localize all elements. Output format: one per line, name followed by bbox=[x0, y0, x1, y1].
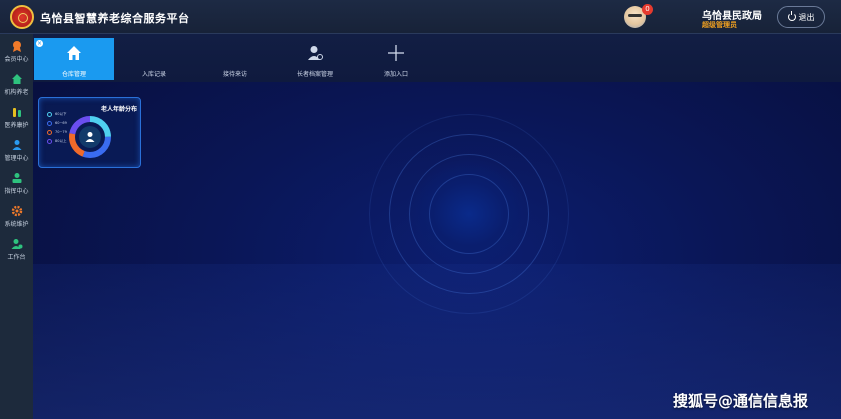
legend-dot bbox=[47, 120, 52, 126]
legend-item: 70~79 bbox=[47, 129, 67, 135]
tab-label: 添加入口 bbox=[383, 71, 408, 78]
logout-button[interactable]: 退出 bbox=[777, 6, 825, 28]
home-icon bbox=[67, 46, 81, 60]
user-edit-icon bbox=[308, 46, 323, 60]
sidebar-item-member-center[interactable]: 会员中心 bbox=[0, 38, 33, 68]
notification-badge[interactable]: 0 bbox=[642, 4, 653, 15]
top-header: 乌恰县智慧养老综合服务平台 0 乌恰县民政局 超级管理员 退出 bbox=[0, 0, 841, 34]
app-title: 乌恰县智慧养老综合服务平台 bbox=[40, 12, 190, 25]
age-distribution-widget[interactable]: 老人年龄分布 60以下 60~69 70~79 80以上 bbox=[38, 97, 141, 168]
age-donut-chart bbox=[69, 116, 111, 158]
emblem-logo bbox=[10, 5, 34, 29]
tab-storage-records[interactable]: 入库记录 bbox=[114, 38, 194, 80]
user-settings-icon bbox=[12, 140, 21, 150]
command-icon bbox=[12, 173, 21, 183]
sidebar-item-label: 会员中心 bbox=[4, 56, 29, 63]
medicine-icon bbox=[12, 108, 21, 117]
legend-item: 80以上 bbox=[47, 138, 66, 144]
sidebar-item-label: 指挥中心 bbox=[4, 188, 29, 195]
home-icon bbox=[11, 74, 22, 84]
background-ring bbox=[369, 114, 569, 314]
tab-add-entry[interactable]: 添加入口 bbox=[356, 38, 436, 80]
tab-label: 接待来访 bbox=[222, 71, 247, 78]
sidebar-item-medical-care[interactable]: 医养康护 bbox=[0, 104, 33, 134]
legend-item: 60~69 bbox=[47, 120, 67, 126]
legend-item: 60以下 bbox=[47, 111, 66, 117]
legend-dot bbox=[47, 111, 52, 117]
close-icon[interactable]: × bbox=[36, 40, 43, 47]
main-content-area bbox=[33, 34, 841, 419]
tab-elder-records[interactable]: 长者档案管理 bbox=[275, 38, 355, 80]
legend-label: 60~69 bbox=[55, 121, 67, 125]
sidebar-item-command-center[interactable]: 指挥中心 bbox=[0, 170, 33, 200]
legend-dot bbox=[47, 129, 52, 135]
plus-icon bbox=[388, 45, 404, 61]
tab-reception-visits[interactable]: 接待来访 bbox=[195, 38, 275, 80]
sidebar-item-institution-care[interactable]: 机构养老 bbox=[0, 71, 33, 101]
sidebar-item-label: 机构养老 bbox=[4, 89, 29, 96]
tab-label: 入库记录 bbox=[141, 71, 166, 78]
sidebar-item-label: 医养康护 bbox=[4, 122, 29, 129]
tab-label: 长者档案管理 bbox=[296, 71, 333, 78]
badge-icon bbox=[12, 41, 21, 52]
sidebar-item-label: 管理中心 bbox=[4, 155, 29, 162]
power-icon bbox=[787, 11, 796, 21]
gear-icon bbox=[11, 205, 22, 217]
legend-label: 70~79 bbox=[55, 130, 67, 134]
watermark-text: 搜狐号@通信信息报 bbox=[673, 392, 809, 410]
user-role: 超级管理员 bbox=[702, 21, 737, 29]
sidebar-item-label: 工作台 bbox=[7, 254, 26, 261]
sidebar-item-system-maintenance[interactable]: 系统维护 bbox=[0, 203, 33, 233]
sidebar: 会员中心 机构养老 医养康护 管理中心 指挥中心 系统维护 工作台 bbox=[0, 34, 33, 419]
legend-label: 80以上 bbox=[55, 138, 67, 143]
logout-label: 退出 bbox=[798, 12, 815, 22]
legend-dot bbox=[47, 138, 52, 144]
tab-warehouse-management[interactable]: × 仓库管理 bbox=[34, 38, 114, 80]
users-icon bbox=[11, 239, 22, 249]
widget-title: 老人年龄分布 bbox=[101, 106, 138, 113]
tab-label: 仓库管理 bbox=[61, 71, 86, 78]
sidebar-item-management-center[interactable]: 管理中心 bbox=[0, 137, 33, 167]
sidebar-item-workbench[interactable]: 工作台 bbox=[0, 236, 33, 266]
legend-label: 60以下 bbox=[55, 111, 67, 116]
sidebar-item-label: 系统维护 bbox=[4, 221, 29, 228]
module-tabs-bar: × 仓库管理 入库记录 接待来访 长者档案管理 添加入口 bbox=[33, 34, 841, 82]
